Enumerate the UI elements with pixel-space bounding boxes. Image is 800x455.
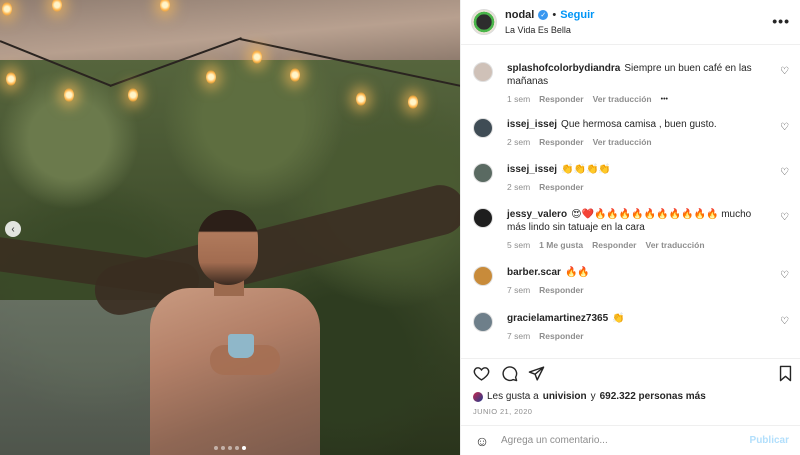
liker-avatar — [473, 391, 483, 402]
comment-username[interactable]: barber.scar — [507, 267, 561, 278]
carousel-dot[interactable] — [221, 446, 225, 450]
post-media[interactable]: ‹ — [0, 0, 460, 455]
verified-badge-icon: ✓ — [538, 10, 549, 20]
reply-button[interactable]: Responder — [592, 240, 636, 250]
comment-like-heart-icon[interactable]: ♡ — [780, 122, 789, 133]
more-options-icon[interactable]: ••• — [772, 13, 790, 29]
post-header: nodal ✓ • Seguir La Vida Es Bella ••• — [461, 0, 800, 45]
comment-like-count[interactable]: 1 Me gusta — [539, 240, 583, 250]
share-paper-plane-icon[interactable] — [528, 365, 545, 386]
chevron-left-icon: ‹ — [11, 223, 15, 235]
comment-text: 🔥🔥 — [564, 267, 590, 278]
see-translation-link[interactable]: Ver traducción — [646, 240, 705, 250]
comment-composer: ☺ Publicar — [461, 425, 800, 455]
comment-text: 👏👏👏👏 — [561, 164, 611, 175]
string-light-bulb — [6, 72, 16, 86]
header-separator: • — [552, 9, 557, 21]
likes-prefix: Les gusta a — [487, 391, 539, 402]
author-username[interactable]: nodal — [505, 9, 534, 21]
comment-text: 👏 — [612, 313, 625, 324]
carousel-dot[interactable] — [228, 446, 232, 450]
comment-like-heart-icon[interactable]: ♡ — [780, 270, 789, 281]
save-bookmark-icon[interactable] — [778, 365, 793, 386]
comment-time[interactable]: 7 sem — [507, 331, 530, 341]
publish-button[interactable]: Publicar — [750, 435, 789, 446]
post-location[interactable]: La Vida Es Bella — [505, 25, 594, 35]
comment-time[interactable]: 7 sem — [507, 285, 530, 295]
commenter-avatar[interactable] — [473, 118, 493, 138]
comment-username[interactable]: splashofcolorbydiandra — [507, 63, 620, 74]
string-light-bulb — [252, 50, 262, 64]
carousel-indicator — [0, 446, 460, 450]
like-heart-icon[interactable] — [473, 365, 490, 386]
string-light-bulb — [356, 92, 366, 106]
commenter-avatar[interactable] — [473, 266, 493, 286]
comment-list: splashofcolorbydiandra Siempre un buen ca… — [461, 46, 800, 356]
follow-button[interactable]: Seguir — [560, 9, 594, 21]
emoji-smiley-icon[interactable]: ☺ — [473, 433, 491, 449]
carousel-prev-button[interactable]: ‹ — [5, 221, 21, 237]
reply-button[interactable]: Responder — [539, 182, 583, 192]
comment-like-heart-icon[interactable]: ♡ — [780, 316, 789, 327]
comment-username[interactable]: issej_issej — [507, 119, 557, 130]
comment-item: barber.scar 🔥🔥 7 sem Responder ♡ — [473, 266, 795, 295]
string-light-bulb — [290, 68, 300, 82]
string-light-bulb — [206, 70, 216, 84]
reply-button[interactable]: Responder — [539, 137, 583, 147]
carousel-dot[interactable] — [214, 446, 218, 450]
likes-summary: Les gusta a univision y 692.322 personas… — [473, 391, 706, 402]
comment-bubble-icon[interactable] — [501, 365, 518, 386]
comment-item: gracielamartinez7365 👏 7 sem Responder ♡ — [473, 312, 795, 341]
likes-count[interactable]: 692.322 personas más — [600, 391, 706, 402]
comment-item: splashofcolorbydiandra Siempre un buen ca… — [473, 62, 795, 104]
comment-item: jessy_valero 😍❤️🔥🔥🔥🔥🔥🔥🔥🔥🔥🔥 mucho más lind… — [473, 208, 795, 250]
likes-joiner: y — [590, 391, 596, 402]
comment-input[interactable] — [501, 435, 750, 446]
commenter-avatar[interactable] — [473, 62, 493, 82]
comment-username[interactable]: jessy_valero — [507, 209, 567, 220]
post-date: JUNIO 21, 2020 — [473, 407, 533, 416]
person-figure — [150, 210, 320, 455]
reply-button[interactable]: Responder — [539, 331, 583, 341]
post-side-panel: nodal ✓ • Seguir La Vida Es Bella ••• sp… — [460, 0, 800, 455]
comment-username[interactable]: issej_issej — [507, 164, 557, 175]
comment-like-heart-icon[interactable]: ♡ — [780, 167, 789, 178]
string-light-bulb — [64, 88, 74, 102]
comment-time[interactable]: 2 sem — [507, 182, 530, 192]
comment-time[interactable]: 2 sem — [507, 137, 530, 147]
comment-item: issej_issej Que hermosa camisa , buen gus… — [473, 118, 795, 147]
string-light-bulb — [2, 2, 12, 16]
comment-username[interactable]: gracielamartinez7365 — [507, 313, 608, 324]
see-translation-link[interactable]: Ver traducción — [593, 94, 652, 104]
comment-time[interactable]: 5 sem — [507, 240, 530, 250]
person-head — [198, 210, 258, 285]
coffee-mug — [228, 334, 254, 358]
likes-featured-user[interactable]: univision — [543, 391, 587, 402]
comment-item: issej_issej 👏👏👏👏 2 sem Responder ♡ — [473, 163, 795, 192]
reply-button[interactable]: Responder — [539, 94, 583, 104]
see-translation-link[interactable]: Ver traducción — [593, 137, 652, 147]
commenter-avatar[interactable] — [473, 163, 493, 183]
comment-text: Que hermosa camisa , buen gusto. — [561, 119, 717, 130]
carousel-dot[interactable] — [235, 446, 239, 450]
comment-more-options-icon[interactable]: ••• — [661, 96, 668, 103]
commenter-avatar[interactable] — [473, 208, 493, 228]
comment-like-heart-icon[interactable]: ♡ — [780, 212, 789, 223]
comment-time[interactable]: 1 sem — [507, 94, 530, 104]
string-light-bulb — [128, 88, 138, 102]
comment-like-heart-icon[interactable]: ♡ — [780, 66, 789, 77]
reply-button[interactable]: Responder — [539, 285, 583, 295]
carousel-dot[interactable] — [242, 446, 246, 450]
author-avatar[interactable] — [471, 9, 497, 35]
commenter-avatar[interactable] — [473, 312, 493, 332]
post-actions — [461, 358, 800, 388]
string-light-bulb — [408, 95, 418, 109]
post-dialog: ‹ nodal ✓ • Seguir La Vida Es Bella ••• … — [0, 0, 800, 455]
